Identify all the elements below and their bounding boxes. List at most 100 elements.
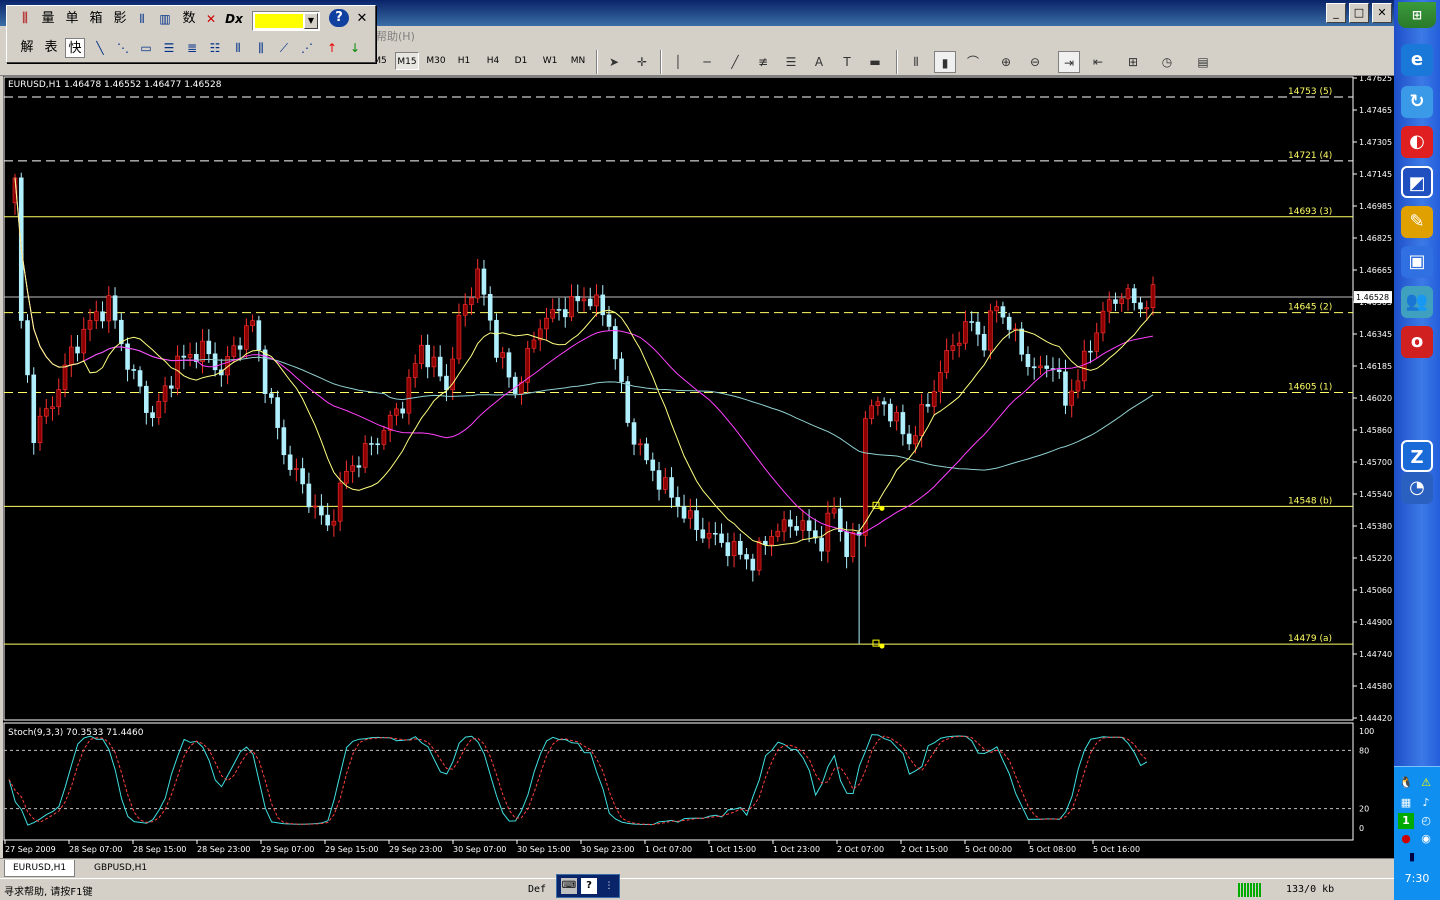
timeframe-d1[interactable]: D1 [509,52,533,70]
templates-icon[interactable]: ▤ [1192,51,1214,73]
tab-gbpusd[interactable]: GBPUSD,H1 [86,860,155,877]
solve-button[interactable]: 解 [17,38,37,58]
tab-eurusd[interactable]: EURUSD,H1 [4,860,76,877]
app-tray-icon[interactable]: ◉ [1418,831,1434,847]
fibonacci-icon[interactable]: ☰ [780,51,802,73]
candle-body [100,311,105,322]
volume-button[interactable]: 量 [38,9,58,29]
close-icon[interactable]: ✕ [353,9,371,29]
equidistant-channel-icon[interactable]: ≢ [752,51,774,73]
stoch-tick-label: 80 [1359,746,1369,755]
crosshair-icon[interactable]: ✛ [631,51,653,73]
help-icon[interactable]: ? [581,878,597,894]
candle-body [981,333,987,351]
fib-timezone-icon[interactable]: ⦀ [229,38,247,58]
ie-icon[interactable]: e [1401,44,1433,76]
app-tray-icon[interactable]: ◴ [1418,813,1434,829]
fib-expansion-icon[interactable]: ≣ [183,38,201,58]
chevron-down-icon[interactable]: ▼ [304,13,318,29]
table-button[interactable]: 表 [41,38,61,58]
fan-icon[interactable]: ⟋ [275,38,293,58]
candle-body [788,519,793,527]
candle-body [406,377,412,414]
histogram-icon[interactable]: ▥ [156,9,174,29]
language-bar[interactable]: ⌨ ? ⋮ [556,874,620,898]
candle-body [306,483,312,508]
qq-tray-icon[interactable]: 🐧 [1398,775,1414,791]
app-tray-icon[interactable]: ● [1398,831,1414,847]
vertical-line-icon[interactable]: │ [667,51,689,73]
shield-icon[interactable]: ⚠ [1418,775,1434,791]
fib-retracement-icon[interactable]: ☰ [160,38,178,58]
dx-icon[interactable]: Dx [225,9,243,29]
timeframe-h1[interactable]: H1 [452,52,476,70]
indicators-icon[interactable]: ⊞ [1122,51,1144,73]
windows-start-icon[interactable]: ⊞ [1398,2,1436,28]
bars-icon[interactable]: ⫴ [133,9,151,29]
maximize-button[interactable]: □ [1349,3,1369,23]
candlestick-chart-icon[interactable]: ▮ [934,51,956,73]
timeframe-m30[interactable]: M30 [424,52,448,70]
level-label: 14548 (b) [1288,496,1332,506]
horizontal-line-icon[interactable]: ─ [696,51,718,73]
users-icon[interactable]: 👥 [1401,286,1433,318]
periods-icon[interactable]: ◷ [1156,51,1178,73]
channel-icon[interactable]: ⋱ [114,38,132,58]
chart-window[interactable]: 1.47625 1.47465 1.47305 1.47145 1.46985 1.468… [3,76,1394,858]
network-icon[interactable]: ▦ [1398,795,1414,811]
fib-channel-icon[interactable]: ☷ [206,38,224,58]
help-icon[interactable]: ? [329,9,349,27]
app-tray-icon[interactable]: 1 [1398,813,1414,829]
close-button[interactable]: ✕ [1372,3,1392,23]
menu-help[interactable]: 帮助(H) [376,28,415,44]
app-icon[interactable]: ◔ [1401,472,1433,504]
line-icon[interactable]: ╲ [91,38,109,58]
line-chart-icon[interactable]: ⌒ [962,51,984,73]
bar-chart-icon[interactable]: ⫴ [905,51,927,73]
app-tray-icon[interactable]: ▮ [1404,849,1420,865]
arrow-icon[interactable]: ▬ [864,51,886,73]
arrow-down-icon[interactable]: ↓ [346,38,364,58]
text-label-icon[interactable]: T [836,51,858,73]
time-tick-label: 27 Sep 2009 [5,845,56,854]
zoom-in-icon[interactable]: ⊕ [995,51,1017,73]
time-tick-label: 5 Oct 00:00 [965,845,1012,854]
cross-icon[interactable]: ✕ [202,9,220,29]
rectangle-icon[interactable]: ▭ [137,38,155,58]
gann-fan-icon[interactable]: ⋰ [298,38,316,58]
timeframe-mn[interactable]: MN [566,52,590,70]
timeframe-m15[interactable]: M15 [395,52,419,70]
time-tick-label: 28 Sep 23:00 [197,845,250,854]
box-button[interactable]: 箱 [86,9,106,29]
text-icon[interactable]: A [808,51,830,73]
cycle-lines-icon[interactable]: ⫼ [252,38,270,58]
window-icon[interactable]: ▣ [1401,246,1433,278]
pencils-icon[interactable]: ✎ [1401,206,1433,238]
app-icon[interactable]: ↻ [1401,86,1433,118]
number-button[interactable]: 数 [179,9,199,29]
minimize-button[interactable]: _ [1326,3,1346,23]
volume-icon[interactable]: ♪ [1418,795,1434,811]
price-chart[interactable]: 1.47625 1.47465 1.47305 1.47145 1.46985 1.468… [3,76,1394,858]
chevron-down-icon[interactable]: ⋮ [603,878,615,894]
zoom-out-icon[interactable]: ⊖ [1024,51,1046,73]
zip-icon[interactable]: Z [1401,440,1433,472]
timeframe-h4[interactable]: H4 [481,52,505,70]
auto-scroll-icon[interactable]: ⇥ [1058,51,1080,73]
app-icon[interactable]: o [1401,326,1433,358]
app-icon[interactable]: ◩ [1401,166,1433,198]
cursor-icon[interactable]: ➤ [603,51,625,73]
shadow-button[interactable]: 影 [110,9,130,29]
color-picker[interactable]: ▼ [252,11,320,31]
qq-icon[interactable]: ◐ [1401,126,1433,158]
trendline-icon[interactable]: ╱ [724,51,746,73]
candle-body [312,505,318,508]
chart-shift-icon[interactable]: ⇤ [1087,51,1109,73]
single-button[interactable]: 单 [62,9,82,29]
keyboard-icon[interactable]: ⌨ [561,878,577,894]
timeframe-w1[interactable]: W1 [538,52,562,70]
candle-body [1031,366,1037,369]
arrow-up-icon[interactable]: ↑ [323,38,341,58]
fast-button[interactable]: 快 [65,38,85,58]
candle-icon[interactable]: ⫼ [15,9,35,29]
